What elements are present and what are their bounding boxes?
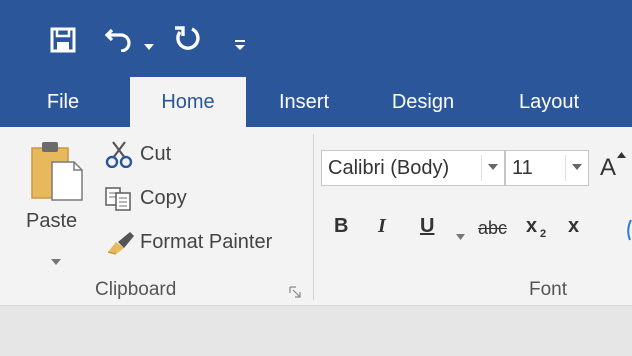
strikethrough-button[interactable]: abc — [478, 218, 507, 239]
clipboard-dialog-launcher-icon[interactable] — [289, 285, 301, 303]
paste-label: Paste — [26, 210, 78, 232]
underline-dropdown-icon[interactable] — [456, 227, 465, 245]
italic-button[interactable]: I — [378, 215, 386, 238]
subscript-button[interactable]: x 2 — [526, 215, 554, 243]
font-name-combo[interactable]: Calibri (Body) — [321, 150, 505, 186]
paste-dropdown-icon[interactable] — [51, 252, 61, 270]
save-icon[interactable] — [50, 27, 76, 53]
undo-dropdown-icon[interactable] — [144, 37, 154, 50]
clipboard-group-label: Clipboard — [95, 279, 177, 300]
font-size-dropdown-icon[interactable] — [572, 164, 582, 170]
redo-icon[interactable] — [172, 24, 202, 52]
tab-insert[interactable]: Insert — [268, 77, 340, 127]
text-effects-icon[interactable] — [624, 216, 632, 244]
cut-button[interactable]: Cut — [104, 140, 184, 170]
bold-button[interactable]: B — [334, 215, 348, 238]
scissors-icon — [104, 140, 134, 173]
cut-label: Cut — [140, 143, 172, 165]
tab-layout[interactable]: Layout — [506, 77, 592, 127]
underline-button[interactable]: U — [420, 215, 434, 238]
font-size-value: 11 — [512, 157, 533, 179]
paintbrush-icon — [104, 228, 136, 261]
copy-icon — [104, 186, 134, 217]
superscript-button[interactable]: x — [568, 215, 596, 243]
customize-qat-icon[interactable] — [234, 38, 246, 50]
grow-font-label: A — [600, 154, 617, 181]
document-area[interactable] — [0, 306, 632, 356]
superscript-label: x — [568, 215, 580, 237]
format-painter-label: Format Painter — [140, 231, 273, 253]
undo-icon[interactable] — [104, 24, 134, 53]
clipboard-icon — [28, 140, 84, 209]
copy-label: Copy — [140, 187, 187, 209]
grow-font-button[interactable]: A — [598, 152, 628, 184]
copy-button[interactable]: Copy — [104, 184, 204, 214]
font-size-combo[interactable]: 11 — [505, 150, 589, 186]
tab-home[interactable]: Home — [130, 77, 246, 127]
font-name-value: Calibri (Body) — [328, 157, 450, 179]
tab-file[interactable]: File — [32, 77, 94, 127]
font-group-label: Font — [529, 279, 568, 300]
subscript-digit: 2 — [540, 228, 547, 240]
format-painter-button[interactable]: Format Painter — [104, 228, 300, 258]
paste-button[interactable]: Paste — [26, 138, 86, 268]
tab-design[interactable]: Design — [380, 77, 466, 127]
group-separator — [313, 134, 314, 300]
font-name-dropdown-icon[interactable] — [488, 164, 498, 170]
subscript-label: x — [526, 215, 538, 237]
grow-arrow-icon — [617, 152, 626, 158]
